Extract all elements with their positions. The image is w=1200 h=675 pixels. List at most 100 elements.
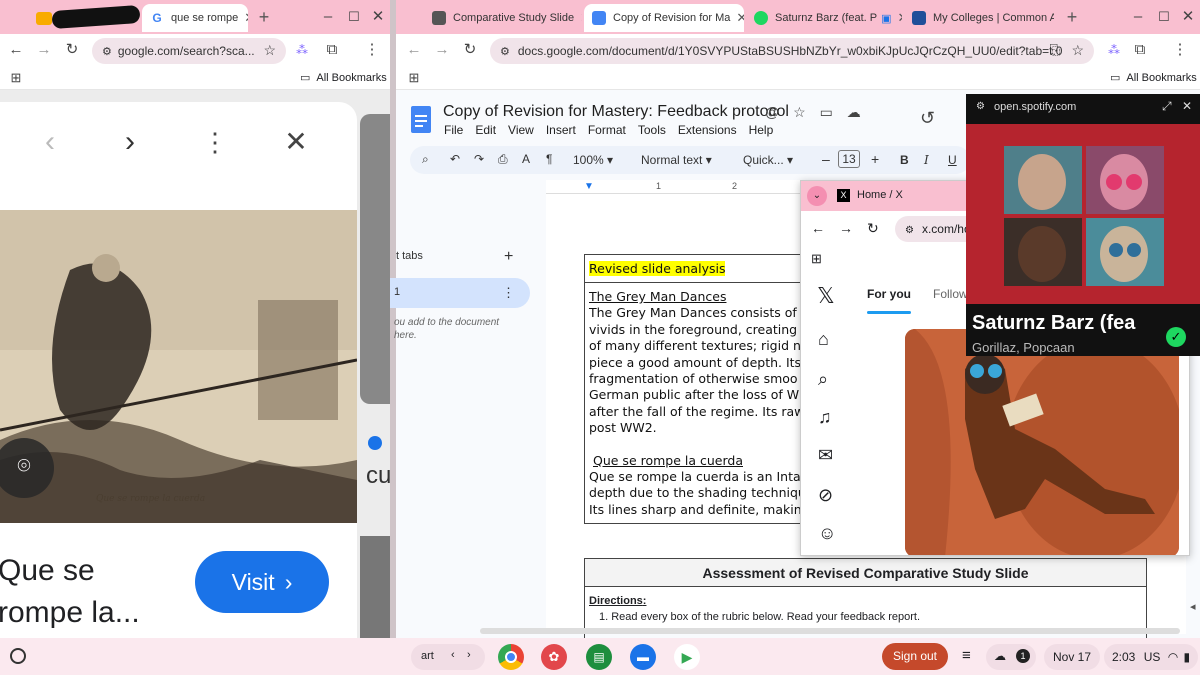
prev-image-icon[interactable]: ‹ [38, 127, 62, 157]
result-title[interactable]: Que se rompe la... [0, 550, 168, 634]
track-title[interactable]: Saturnz Barz (fea [972, 312, 1135, 335]
all-bookmarks[interactable]: ▭ All Bookmarks [300, 71, 387, 85]
apps-icon[interactable]: ⊞ [404, 68, 424, 88]
back-icon[interactable]: ← [811, 220, 825, 236]
tab-saturnz-barz[interactable]: Saturnz Barz (feat. P ▣ ✕ [746, 4, 902, 32]
close-pip-icon[interactable]: ✕ [1182, 99, 1192, 113]
notifications-icon[interactable]: ♫ [818, 407, 832, 428]
close-icon[interactable]: ✕ [574, 10, 582, 26]
menu-edit[interactable]: Edit [475, 123, 496, 137]
classroom-app-icon[interactable]: ▤ [586, 644, 612, 670]
maximize-icon[interactable]: ☐ [1154, 7, 1174, 27]
site-info-icon[interactable]: ⚙ [500, 45, 510, 58]
saved-check-icon[interactable]: ✓ [1166, 327, 1186, 347]
tweet-image[interactable] [905, 329, 1179, 555]
media-controls-icon[interactable]: ≡ [962, 647, 971, 664]
reload-icon[interactable]: ↻ [62, 40, 82, 60]
italic-button[interactable]: I [924, 153, 929, 167]
x-logo-icon[interactable]: 𝕏 [817, 283, 835, 309]
menu-format[interactable]: Format [588, 123, 626, 137]
desk-switcher[interactable]: art ‹ › [411, 644, 485, 670]
maximize-icon[interactable]: ☐ [344, 7, 364, 27]
close-icon[interactable]: ✕ [730, 10, 744, 26]
zoom-select[interactable]: 100% ▾ [573, 153, 613, 167]
sign-out-button[interactable]: Sign out [882, 643, 948, 670]
close-icon[interactable]: ✕ [238, 10, 248, 26]
document-title[interactable]: Copy of Revision for Mastery: Feedback p… [443, 103, 789, 121]
home-icon[interactable]: ⌂ [818, 329, 829, 350]
paint-format-icon[interactable]: ¶ [546, 152, 552, 166]
font-size-decrease[interactable]: – [822, 151, 830, 167]
menu-icon[interactable]: ⋮ [1170, 40, 1190, 60]
minimize-icon[interactable]: – [318, 7, 338, 27]
messages-icon[interactable]: ✉ [818, 445, 833, 466]
tab-comparative-study[interactable]: Comparative Study Slide ✕ [424, 4, 582, 32]
apps-icon[interactable]: ⊞ [811, 251, 822, 267]
site-info-icon[interactable]: ⚙ [102, 45, 112, 58]
play-store-icon[interactable]: ▶ [674, 644, 700, 670]
chevron-left-icon[interactable]: ‹ [451, 649, 455, 661]
status-tray[interactable]: 2:03 US ◠ ▮ [1104, 644, 1198, 670]
spotify-mini-player[interactable]: ⚙ open.spotify.com ⤢ ✕ Saturnz Barz (fea… [966, 94, 1200, 356]
notification-area[interactable]: ☁ 1 [986, 644, 1036, 670]
reload-icon[interactable]: ↻ [867, 220, 879, 237]
reload-icon[interactable]: ↻ [460, 40, 480, 60]
vertical-scrollbar[interactable]: ◂ [1190, 600, 1198, 630]
bookmark-star-icon[interactable]: ☆ [1071, 42, 1084, 59]
version-history-icon[interactable]: ↺ [920, 108, 935, 129]
star-icon[interactable]: ☆ [793, 104, 806, 120]
undo-icon[interactable]: ↶ [450, 152, 460, 166]
menu-tools[interactable]: Tools [638, 123, 666, 137]
new-tab-icon[interactable]: + [254, 7, 274, 27]
move-folder-icon[interactable]: ▭ [820, 104, 833, 120]
puzzle-icon[interactable]: ⧉ [322, 40, 342, 60]
back-icon[interactable]: ← [404, 40, 424, 60]
font-size-increase[interactable]: + [871, 151, 879, 167]
redo-icon[interactable]: ↷ [474, 152, 484, 166]
track-artists[interactable]: Gorillaz, Popcaan [972, 340, 1075, 355]
cloud-icon[interactable]: ☁ [847, 104, 861, 120]
back-to-tab-icon[interactable]: ⤢ [1162, 99, 1172, 114]
search-menus-icon[interactable]: ⌕ [422, 152, 429, 167]
menu-extensions[interactable]: Extensions [678, 123, 737, 137]
menu-help[interactable]: Help [749, 123, 774, 137]
tab-following[interactable]: Follow [933, 287, 968, 301]
extension-icon[interactable]: ⁂ [1104, 40, 1124, 60]
style-select[interactable]: Normal text ▾ [641, 153, 712, 167]
forward-icon[interactable]: → [839, 220, 853, 236]
bold-button[interactable]: B [900, 153, 909, 167]
docs-logo-icon[interactable] [411, 106, 431, 133]
minimize-icon[interactable]: – [1128, 7, 1148, 27]
apps-icon[interactable]: ⊞ [6, 68, 26, 88]
x-collapse-button[interactable]: ⌄ [807, 186, 827, 206]
files-app-icon[interactable]: ▬ [630, 644, 656, 670]
close-window-icon[interactable]: ✕ [1178, 7, 1198, 27]
palette-app-icon[interactable]: ✿ [541, 644, 567, 670]
tab-for-you[interactable]: For you [867, 287, 911, 301]
underline-button[interactable]: U [948, 153, 957, 167]
spellcheck-icon[interactable]: A [522, 152, 530, 166]
forward-icon[interactable]: → [432, 40, 452, 60]
close-icon[interactable]: ✕ [892, 10, 902, 26]
all-bookmarks[interactable]: ▭ All Bookmarks [1110, 71, 1197, 85]
left-address-bar[interactable]: ⚙ google.com/search?sca... ☆ [92, 38, 286, 64]
etching-image[interactable]: Que se rompe la cuerda [0, 210, 357, 523]
font-select[interactable]: Quick... ▾ [743, 153, 793, 167]
more-options-icon[interactable]: ⋮ [202, 129, 228, 155]
font-size-input[interactable]: 13 [838, 150, 860, 168]
search-icon[interactable]: ⌕ [818, 369, 828, 390]
new-tab-icon[interactable]: + [1062, 7, 1082, 27]
chrome-icon[interactable] [498, 644, 524, 670]
add-tab-button[interactable]: + [504, 248, 513, 266]
visit-button[interactable]: Visit › [195, 551, 329, 613]
launcher-button[interactable] [10, 648, 26, 664]
menu-view[interactable]: View [508, 123, 534, 137]
print-icon[interactable]: ⎙ [498, 152, 508, 167]
close-viewer-icon[interactable]: ✕ [282, 128, 310, 156]
horizontal-scrollbar[interactable] [480, 628, 1180, 634]
extension-icon[interactable]: ⁂ [292, 40, 312, 60]
sidebar-tab-item[interactable]: 1 ⋮ [390, 278, 530, 308]
next-image-icon[interactable]: › [118, 127, 142, 157]
date-button[interactable]: Nov 17 [1044, 644, 1100, 670]
profile-icon[interactable]: ☺ [818, 523, 836, 544]
